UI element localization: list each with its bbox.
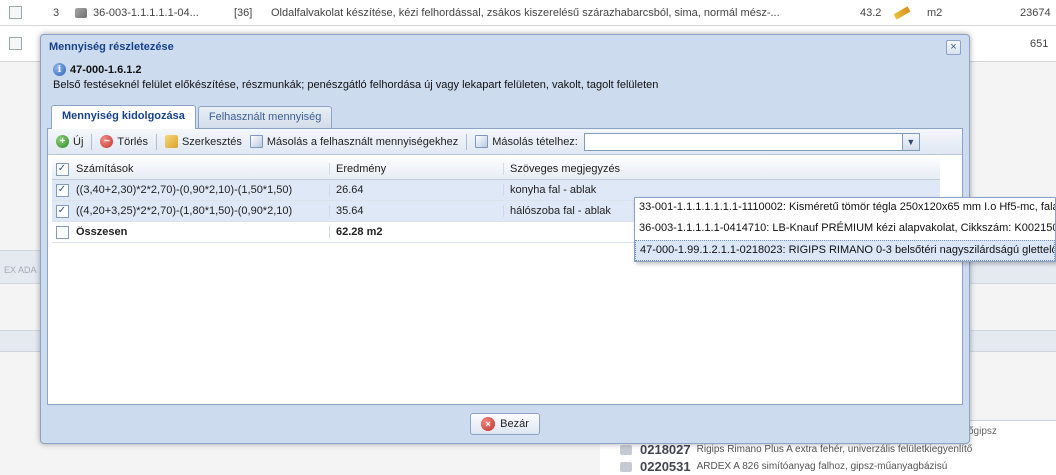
item-code: 47-000-1.6.1.2 xyxy=(70,63,142,76)
material-name: Rigips Rimano Plus A extra fehér, univer… xyxy=(696,444,973,455)
grid-header-row: ✓ Számítások Eredmény Szöveges megjegyzé… xyxy=(52,159,940,180)
bg-row-unit: m2 xyxy=(927,6,943,19)
item-type-icon xyxy=(75,7,87,18)
material-name: ARDEX A 826 simítóanyag falhoz, gipsz-mű… xyxy=(696,461,948,472)
bg-row-checkbox[interactable] xyxy=(9,37,22,50)
material-code: 0218027 xyxy=(640,442,691,457)
close-button[interactable]: × Bezár xyxy=(470,413,540,435)
total-label: Összesen xyxy=(76,226,128,238)
row-checkbox[interactable]: ✓ xyxy=(55,204,69,218)
dropdown-option[interactable]: 36-003-1.1.1.1.1-0414710: LB-Knauf PRÉMI… xyxy=(635,219,1055,240)
bg-side-label: EX ADA xyxy=(4,265,37,275)
material-code: 0220531 xyxy=(640,459,691,474)
bg-material-row[interactable]: 0220531 ARDEX A 826 simítóanyag falhoz, … xyxy=(620,459,947,474)
total-checkbox[interactable] xyxy=(55,225,69,239)
dialog-footer: × Bezár xyxy=(41,405,969,443)
material-icon xyxy=(620,461,632,472)
dialog-close-button[interactable]: × xyxy=(946,39,961,55)
copy-to-used-label: Másolás a felhasznált mennyiségekhez xyxy=(266,135,459,148)
copy-icon xyxy=(249,135,263,148)
edit-button-label: Szerkesztés xyxy=(181,135,242,148)
tab-quantity-breakdown[interactable]: Mennyiség kidolgozása xyxy=(51,105,196,129)
bg-row-quantity: 43.2 xyxy=(860,6,882,19)
total-check-cell[interactable] xyxy=(52,225,72,239)
delete-button-label: Törlés xyxy=(117,135,148,148)
column-header-result[interactable]: Eredmény xyxy=(329,163,503,175)
toolbar-separator xyxy=(466,133,468,150)
target-item-dropdown-list: 33-001-1.1.1.1.1.1.1-1110002: Kisméretű … xyxy=(634,197,1056,262)
calc-cell[interactable]: ((3,40+2,30)*2*2,70)-(0,90*2,10)-(1,50*1… xyxy=(72,184,329,196)
bg-row-total: 651 xyxy=(1030,37,1049,50)
dialog-header: Mennyiség részletezése × xyxy=(41,35,969,59)
toolbar-separator xyxy=(91,133,93,150)
toolbar-separator xyxy=(155,133,157,150)
copy-to-item-label: Másolás tételhez: xyxy=(492,135,578,148)
item-info: i 47-000-1.6.1.2 Belső festéseknél felül… xyxy=(47,59,963,103)
item-description: Belső festéseknél felület előkészítése, … xyxy=(53,79,659,91)
bg-row-bracket: [36] xyxy=(234,6,253,19)
column-header-calculations[interactable]: Számítások xyxy=(72,163,329,175)
delete-button[interactable]: − Törlés xyxy=(96,135,152,148)
bg-row-number: 3 xyxy=(53,6,60,19)
copy-icon xyxy=(475,135,489,148)
result-cell[interactable]: 26.64 xyxy=(329,184,503,196)
copy-to-item-button[interactable]: Másolás tételhez: xyxy=(471,135,582,148)
quantity-detail-dialog: Mennyiség részletezése × i 47-000-1.6.1.… xyxy=(40,34,1056,444)
close-icon: × xyxy=(481,417,496,431)
target-item-combo[interactable]: ▼ xyxy=(583,132,920,151)
row-checkbox[interactable]: ✓ xyxy=(55,183,69,197)
bg-row-total: 23674 xyxy=(1020,6,1051,19)
item-code-line: i 47-000-1.6.1.2 xyxy=(53,63,957,76)
bg-material-row[interactable]: 0218027 Rigips Rimano Plus A extra fehér… xyxy=(620,442,972,457)
column-header-note[interactable]: Szöveges megjegyzés xyxy=(503,163,940,175)
select-all-cell[interactable]: ✓ xyxy=(52,162,72,176)
row-check-cell[interactable]: ✓ xyxy=(52,204,72,218)
bg-table-row[interactable]: 3 36-003-1.1.1.1.1-04... [36] Oldalfalva… xyxy=(0,0,1056,26)
note-cell[interactable]: konyha fal - ablak xyxy=(503,184,940,196)
new-button[interactable]: + Új xyxy=(52,135,87,148)
dropdown-option-highlighted[interactable]: 47-000-1.99.1.2.1.1-0218023: RIGIPS RIMA… xyxy=(635,240,1055,261)
new-button-label: Új xyxy=(73,135,84,148)
bg-row-description: Oldalfalvakolat készítése, kézi felhordá… xyxy=(271,6,780,19)
info-icon: i xyxy=(53,63,66,76)
bg-material-fragment: őgipsz xyxy=(968,426,997,437)
total-value: 62.28 m2 xyxy=(329,226,503,238)
edit-button[interactable]: Szerkesztés xyxy=(161,135,246,148)
material-icon xyxy=(620,444,632,455)
result-cell[interactable]: 35.64 xyxy=(329,205,503,217)
edit-pencil-icon[interactable] xyxy=(893,5,911,20)
tab-content: + Új − Törlés Szerkesztés Másolás a felh… xyxy=(47,129,963,405)
select-all-checkbox[interactable]: ✓ xyxy=(55,162,69,176)
tab-used-quantity[interactable]: Felhasznált mennyiség xyxy=(197,106,333,128)
bg-row-code: 36-003-1.1.1.1.1-04... xyxy=(93,6,199,19)
calc-cell[interactable]: ((4,20+3,25)*2*2,70)-(1,80*1,50)-(0,90*2… xyxy=(72,205,329,217)
chevron-down-icon[interactable]: ▼ xyxy=(902,132,920,151)
target-item-input[interactable] xyxy=(583,132,903,151)
row-check-cell[interactable]: ✓ xyxy=(52,183,72,197)
tab-strip: Mennyiség kidolgozása Felhasznált mennyi… xyxy=(47,103,963,129)
minus-icon: − xyxy=(100,135,114,148)
copy-to-used-button[interactable]: Másolás a felhasznált mennyiségekhez xyxy=(246,135,462,148)
grid-toolbar: + Új − Törlés Szerkesztés Másolás a felh… xyxy=(48,129,962,155)
edit-icon xyxy=(164,135,178,148)
dialog-title: Mennyiség részletezése xyxy=(49,41,174,53)
bg-row-checkbox[interactable] xyxy=(9,6,22,19)
dropdown-option[interactable]: 33-001-1.1.1.1.1.1.1-1110002: Kisméretű … xyxy=(635,198,1055,219)
close-button-label: Bezár xyxy=(500,418,529,430)
plus-icon: + xyxy=(56,135,69,148)
